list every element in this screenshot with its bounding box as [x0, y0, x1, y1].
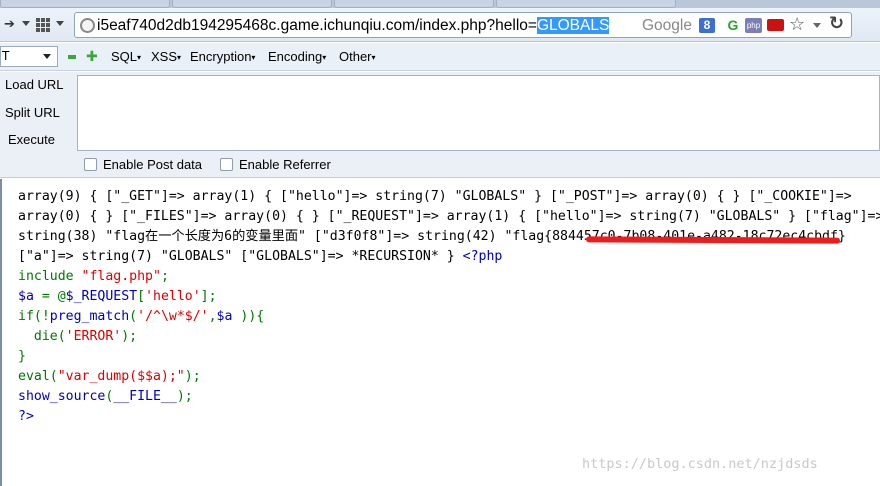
- hackbar-toolbar: T ✚ SQL▾ XSS▾ Encryption▾ Encoding▾ Othe…: [0, 43, 880, 71]
- apps-dropdown-icon[interactable]: [56, 21, 64, 26]
- code-line: array(9) { ["_GET"]=> array(1) { ["hello…: [18, 187, 852, 207]
- tab-strip: [0, 0, 880, 8]
- code-token: preg_match: [49, 309, 130, 324]
- menu-encryption[interactable]: Encryption▾: [190, 49, 255, 64]
- address-bar[interactable]: i5eaf740d2db194295468c.game.ichunqiu.com…: [74, 12, 852, 38]
- code-line: }: [18, 347, 26, 367]
- menu-other[interactable]: Other▾: [339, 49, 376, 64]
- menu-label: XSS: [151, 49, 178, 64]
- baidu-extension-icon[interactable]: 8: [699, 18, 715, 33]
- code-token: die(: [18, 329, 66, 344]
- code-line: die('ERROR');: [18, 327, 137, 347]
- reload-icon[interactable]: ↻: [829, 13, 844, 34]
- code-line: if(!preg_match('/^\w*$/',$a )){: [18, 307, 264, 327]
- code-token: include: [18, 269, 82, 284]
- tab[interactable]: [0, 0, 170, 8]
- bookmark-dropdown-icon[interactable]: [813, 23, 821, 28]
- code-token: }: [18, 349, 26, 364]
- tab[interactable]: [172, 0, 332, 8]
- code-token: if(!: [18, 309, 50, 324]
- code-token: "flag.php": [81, 269, 161, 284]
- increase-icon[interactable]: ✚: [86, 50, 98, 64]
- enable-post-data-label[interactable]: Enable Post data: [103, 157, 202, 172]
- load-url-button[interactable]: Load URL: [5, 77, 64, 92]
- code-token: ?>: [18, 409, 34, 424]
- code-token: 'hello': [145, 289, 201, 304]
- forward-icon[interactable]: ➔: [4, 17, 15, 32]
- enable-post-data-checkbox[interactable]: [84, 158, 97, 171]
- code-token: "var_dump($$a);": [57, 369, 185, 384]
- code-token: eval(: [18, 369, 58, 384]
- code-token: ["a"]=> string(7) "GLOBALS" ["GLOBALS"]=…: [18, 249, 463, 264]
- code-token: '/^\w*$/': [137, 309, 209, 324]
- code-token: array(0) { } ["_FILES"]=> array(0) { } […: [18, 209, 880, 224]
- caret-icon: ▾: [322, 53, 327, 62]
- code-token: );: [121, 329, 138, 344]
- menu-label: Other: [339, 49, 372, 64]
- url-prefix: i5eaf740d2db194295468c.game.ichunqiu.com…: [97, 17, 537, 34]
- watermark: https://blog.csdn.net/nzjdsds: [582, 456, 818, 472]
- code-line: eval("var_dump($$a);");: [18, 367, 201, 387]
- url-text[interactable]: i5eaf740d2db194295468c.game.ichunqiu.com…: [97, 17, 610, 35]
- execute-button[interactable]: Execute: [8, 132, 55, 147]
- code-token: )){: [240, 309, 265, 324]
- url-textarea[interactable]: [77, 75, 880, 151]
- hackbar-panel: Load URL Split URL Execute Enable Post d…: [0, 72, 880, 178]
- apps-grid-icon[interactable]: [36, 18, 50, 32]
- code-token: );: [184, 369, 201, 384]
- menu-encoding[interactable]: Encoding▾: [268, 49, 326, 64]
- code-line: include "flag.php";: [18, 267, 169, 287]
- code-token: $a: [216, 309, 241, 324]
- tab[interactable]: [496, 0, 676, 8]
- site-identity-icon[interactable]: [80, 18, 95, 33]
- menu-label: Encryption: [190, 49, 252, 64]
- code-token: ,: [208, 309, 217, 324]
- menu-xss[interactable]: XSS▾: [151, 49, 181, 64]
- caret-icon: ▾: [177, 53, 182, 62]
- php-extension-icon[interactable]: php: [745, 18, 762, 33]
- code-token: show_source: [18, 389, 106, 404]
- code-token: [: [137, 289, 146, 304]
- caret-icon: ▾: [137, 53, 142, 62]
- navigation-bar: ➔ i5eaf740d2db194295468c.game.ichunqiu.c…: [0, 8, 880, 42]
- code-token: );: [176, 389, 193, 404]
- search-engine-label[interactable]: Google: [642, 17, 692, 35]
- code-line: ["a"]=> string(7) "GLOBALS" ["GLOBALS"]=…: [18, 247, 502, 267]
- code-token: 'ERROR': [65, 329, 122, 344]
- page-content: array(9) { ["_GET"]=> array(1) { ["hello…: [0, 179, 880, 486]
- hackbar-select-value: T: [2, 49, 10, 63]
- code-line: show_source(__FILE__);: [18, 387, 193, 407]
- enable-referrer-checkbox[interactable]: [220, 158, 233, 171]
- code-token: array(9) { ["_GET"]=> array(1) { ["hello…: [18, 189, 852, 204]
- caret-icon: ▾: [371, 53, 376, 62]
- flag-extension-icon[interactable]: [767, 19, 784, 31]
- menu-sql[interactable]: SQL▾: [111, 49, 141, 64]
- code-token: <?php: [462, 249, 503, 264]
- code-token: = @: [41, 289, 66, 304]
- tab[interactable]: [334, 0, 494, 8]
- bookmark-star-icon[interactable]: ☆: [789, 14, 805, 35]
- menu-label: SQL: [111, 49, 138, 64]
- enable-referrer-label[interactable]: Enable Referrer: [239, 157, 331, 172]
- chevron-down-icon: [43, 54, 51, 59]
- code-line: ?>: [18, 407, 34, 427]
- caret-icon: ▾: [251, 53, 256, 62]
- code-token: ];: [200, 289, 217, 304]
- url-selection: GLOBALS: [536, 17, 610, 34]
- hackbar-select[interactable]: T: [0, 46, 58, 67]
- code-token: __FILE__: [113, 389, 177, 404]
- google-g-icon[interactable]: G: [725, 18, 741, 33]
- code-token: (: [129, 309, 138, 324]
- split-url-button[interactable]: Split URL: [5, 105, 60, 120]
- code-line: $a = @$_REQUEST['hello'];: [18, 287, 217, 307]
- menu-label: Encoding: [268, 49, 323, 64]
- code-line: array(0) { } ["_FILES"]=> array(0) { } […: [18, 207, 880, 227]
- history-dropdown-icon[interactable]: [22, 21, 30, 26]
- code-token: ;: [160, 269, 169, 284]
- code-token: $a: [18, 289, 42, 304]
- code-token: $_REQUEST: [65, 289, 138, 304]
- decrease-icon[interactable]: [68, 55, 76, 59]
